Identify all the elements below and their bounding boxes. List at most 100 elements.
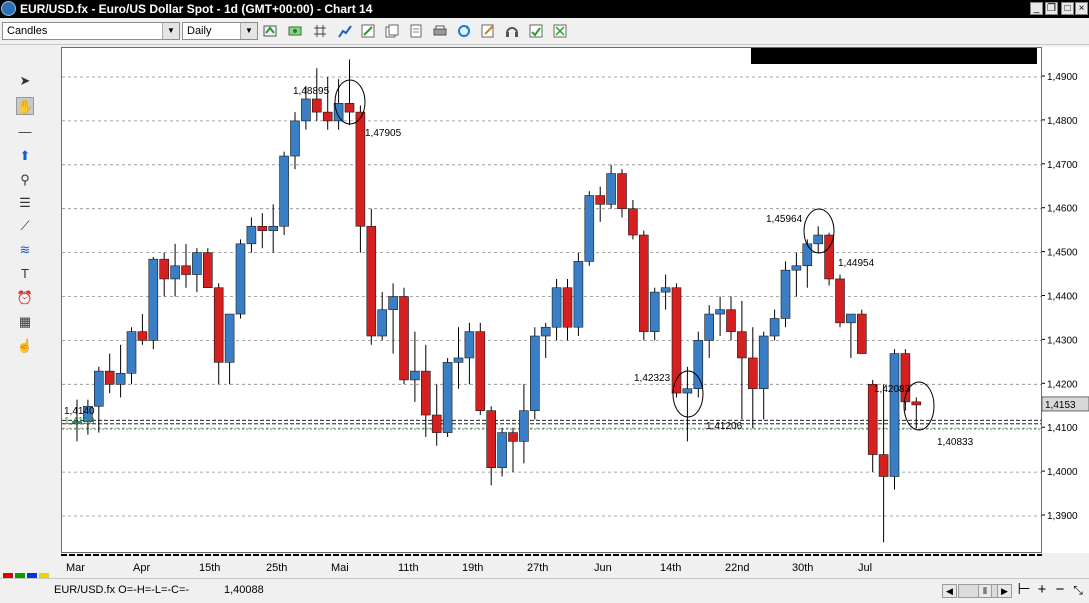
candle-bull (192, 252, 202, 275)
candle-bull (519, 410, 529, 442)
copy-icon[interactable] (384, 23, 400, 39)
candle-bear (420, 370, 431, 416)
candle-bear (747, 357, 758, 389)
candle-bull (551, 287, 562, 328)
candle-bear (856, 313, 867, 354)
price-annotation: 1,44954 (838, 258, 875, 269)
candle-bull (573, 261, 584, 328)
candle-bull (704, 313, 715, 341)
candle-bear (104, 370, 115, 385)
print-icon[interactable] (408, 23, 424, 39)
annotation-circle (803, 208, 835, 254)
zoom-in-button[interactable]: ⊢ (1017, 582, 1031, 598)
close-button[interactable]: × (1075, 2, 1088, 15)
candle-bear (911, 401, 922, 406)
candle-bear (726, 309, 736, 332)
x-tick-label: 15th (199, 562, 220, 574)
candle-bull (246, 225, 257, 245)
toolbar: Candles ▼ Daily ▼ (0, 18, 1089, 45)
candle-bull (758, 335, 769, 389)
candle-bear (366, 225, 377, 337)
zoom-icon[interactable]: ⚲ (16, 171, 34, 189)
text-tool-icon[interactable]: T (16, 265, 34, 283)
timeframe-select[interactable]: Daily ▼ (182, 22, 258, 40)
candle-bear (835, 278, 845, 324)
x-tick-label: Apr (133, 562, 150, 574)
crosshair-icon[interactable] (312, 23, 328, 39)
minimize-icon: _ (1033, 3, 1040, 14)
status-price: 1,40088 (224, 584, 264, 596)
candle-bull (780, 269, 791, 319)
candle-bear (475, 331, 486, 411)
candle-bear (638, 234, 649, 332)
x-tick-label: Jun (594, 562, 612, 574)
fit-button[interactable]: ⤡ (1071, 582, 1085, 598)
edit-icon[interactable] (480, 23, 496, 39)
price-annotation: 1,42083 (874, 384, 911, 395)
pointer-icon[interactable]: ➤ (16, 72, 34, 90)
chart-add-icon[interactable] (337, 23, 353, 39)
candle-bull (115, 373, 126, 385)
fan-icon[interactable]: ⟋ (16, 217, 34, 235)
date-axis-labels: Mar Apr 15th 25th Mai 11th 19th 27th Jun 14th 22nd… (61, 554, 1042, 574)
refresh-icon[interactable] (456, 23, 472, 39)
y-tick-label: 1,3900 (1047, 511, 1078, 522)
scroll-handle[interactable]: ⦀ (978, 584, 992, 598)
alarm-icon[interactable]: ⏰ (16, 289, 34, 307)
arrow-up-icon[interactable]: ⬆ (16, 147, 34, 165)
candle-bull (846, 313, 856, 324)
pencil-icon[interactable] (360, 23, 376, 39)
green-arrow-icon[interactable] (262, 23, 278, 39)
zoom-out-icon: + (1037, 581, 1047, 598)
candle-bull (889, 353, 900, 477)
channel-icon[interactable]: ≋ (16, 241, 34, 259)
restore-button[interactable]: ❐ (1045, 2, 1058, 15)
line-icon[interactable]: — (16, 123, 34, 141)
hand-pan-icon[interactable]: ☝ (16, 337, 34, 355)
candle-bull (410, 370, 420, 381)
chart-type-value: Candles (7, 25, 48, 37)
scroll-right-icon: ▶ (1001, 586, 1008, 596)
fib-icon[interactable]: ☰ (16, 194, 34, 212)
x-tick-label: 11th (398, 562, 419, 574)
candle-bear (344, 103, 355, 113)
candle-bull (497, 432, 507, 469)
minimize-button[interactable]: _ (1030, 2, 1043, 15)
candle-bull (649, 291, 660, 332)
candle-bull (170, 265, 180, 280)
drawing-tools-panel: ➤ ✋ — ⬆ ⚲ ☰ ⟋ ≋ T ⏰ ▦ ☝ (0, 44, 52, 574)
chevron-down-icon: ▼ (240, 23, 257, 39)
candle-bull (606, 173, 616, 205)
scroll-right-button[interactable]: ▶ (997, 584, 1012, 598)
scroll-left-button[interactable]: ◀ (942, 584, 957, 598)
candle-bull (540, 326, 551, 337)
scroll-left-icon: ◀ (946, 586, 953, 596)
title-bar: EUR/USD.fx - Euro/US Dollar Spot - 1d (G… (0, 0, 1089, 18)
zoom-in-icon: ⊢ (1017, 581, 1031, 598)
candle-bull (290, 120, 300, 157)
link-icon[interactable] (552, 23, 568, 39)
zoom-out-button[interactable]: + (1035, 582, 1049, 598)
price-annotation: 1,47905 (365, 128, 402, 139)
x-tick-label: 25th (266, 562, 287, 574)
chart-type-select[interactable]: Candles ▼ (2, 22, 180, 40)
chart-area[interactable]: 1,48895 1,47905 1,45964 1,44954 1,42323 1,412… (61, 47, 1042, 553)
hand-icon[interactable]: ✋ (16, 97, 34, 115)
x-tick-label: 30th (792, 562, 813, 574)
money-icon[interactable] (287, 23, 303, 39)
maximize-button[interactable]: □ (1061, 2, 1074, 15)
zoom-minus-button[interactable]: − (1053, 582, 1067, 598)
candle-bear (203, 252, 213, 289)
calculator-icon[interactable]: ▦ (16, 313, 34, 331)
headset-icon[interactable] (504, 23, 520, 39)
price-annotation: 1,41206 (706, 421, 743, 432)
price-annotation: 1,4120 (64, 416, 95, 427)
candle-bull (693, 340, 704, 389)
candle-bull (453, 357, 464, 363)
print-icon[interactable] (432, 23, 448, 39)
settings-icon[interactable] (528, 23, 544, 39)
x-tick-label: 27th (527, 562, 548, 574)
x-tick-label: Mar (66, 562, 85, 574)
candle-bear (399, 296, 409, 381)
candle-bull (529, 335, 540, 411)
